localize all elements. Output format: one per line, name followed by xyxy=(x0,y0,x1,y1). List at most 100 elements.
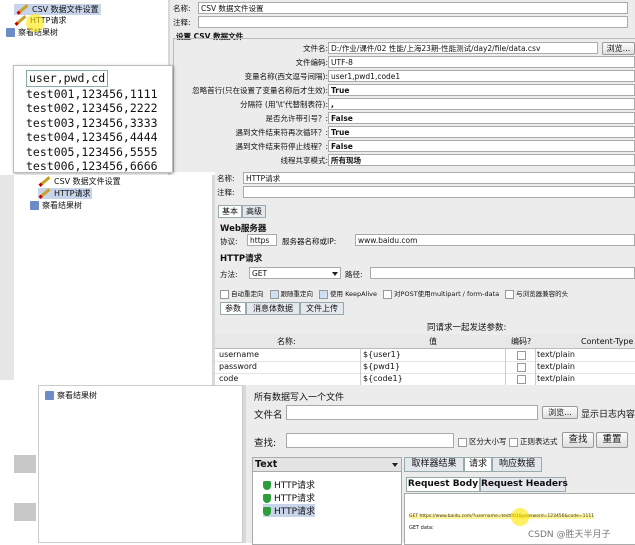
show-log-label: 显示日志内容 xyxy=(581,410,635,420)
method-select[interactable]: GET xyxy=(249,267,341,279)
bottom-gutter xyxy=(0,385,38,543)
option-checkbox[interactable]: 自动重定向 xyxy=(220,289,264,299)
name-field[interactable]: CSV 数据文件设置 xyxy=(198,2,628,14)
csv-row-field[interactable]: D:/作业/课件/02 性能/上海23期-性能测试/day2/file/data… xyxy=(328,42,598,54)
encode-checkbox[interactable] xyxy=(517,375,526,384)
param-value: ${user1} xyxy=(363,350,401,359)
csv-row-field[interactable]: 所有现场 xyxy=(328,154,635,166)
search-input[interactable] xyxy=(286,433,454,448)
reset-button[interactable]: 重置 xyxy=(596,432,628,448)
http-section-title: HTTP请求 xyxy=(220,254,263,264)
csv-row-field[interactable]: False xyxy=(328,112,635,124)
cursor-highlight xyxy=(511,508,529,526)
tab-request-body[interactable]: Request Body xyxy=(406,477,480,492)
request-line: GET https://www.baidu.com/?username=test… xyxy=(409,514,595,519)
results-tree-icon xyxy=(45,391,54,400)
tab-advanced[interactable]: 高级 xyxy=(242,205,266,218)
csv-row-field[interactable]: True xyxy=(328,126,635,138)
csv-file-popup: user,pwd,cd test001,123456,1111 test002,… xyxy=(13,65,173,173)
tab-response-data[interactable]: 响应数据 xyxy=(492,457,542,472)
param-content-type: text/plain xyxy=(537,374,575,383)
param-value: ${pwd1} xyxy=(363,362,401,371)
csv-row-field[interactable]: user1,pwd1,code1 xyxy=(328,70,635,82)
tab-file-upload[interactable]: 文件上传 xyxy=(300,302,344,315)
csv-row-field[interactable]: UTF-8 xyxy=(328,56,635,68)
checked-box-icon xyxy=(319,289,328,299)
param-value: ${code1} xyxy=(363,374,403,383)
chevron-down-icon xyxy=(332,272,338,276)
csv-row-label: 忽略首行(只在设置了变量名称后才生效): xyxy=(192,86,328,95)
mid-tree-item-csv[interactable]: CSV 数据文件设置 xyxy=(38,176,121,187)
browse-button[interactable]: 浏览... xyxy=(602,42,635,55)
tab-request-headers[interactable]: Request Headers xyxy=(480,477,568,492)
mid-tree-item-http[interactable]: HTTP请求 xyxy=(38,188,93,199)
csv-line: test001,123456,1111 xyxy=(26,86,158,101)
get-data-label: GET data: xyxy=(409,525,434,531)
tab-basic[interactable]: 基本 xyxy=(218,205,242,218)
sample-item[interactable]: HTTP请求 xyxy=(263,491,315,504)
sample-item[interactable]: HTTP请求 xyxy=(263,478,315,491)
column-divider xyxy=(360,373,361,385)
col-encode: 编码? xyxy=(511,337,532,346)
protocol-field[interactable]: https xyxy=(247,234,277,246)
csv-row-label: 遇到文件结束符停止线程？: xyxy=(235,142,328,151)
encode-checkbox[interactable] xyxy=(517,351,526,360)
csv-row-field[interactable]: , xyxy=(328,98,635,110)
watermark: CSDN @胜天半月子 xyxy=(528,530,611,540)
path-field[interactable] xyxy=(370,267,635,279)
option-checkbox[interactable]: 对POST使用multipart / form-data xyxy=(383,289,499,299)
checked-box-icon xyxy=(269,289,279,299)
unchecked-box-icon xyxy=(220,289,229,299)
option-checkbox[interactable]: 使用 KeepAlive xyxy=(319,289,377,299)
csv-line: test003,123456,3333 xyxy=(26,115,158,130)
pen-icon xyxy=(14,15,27,26)
comment-field[interactable] xyxy=(198,16,628,28)
browse-button[interactable]: 浏览... xyxy=(542,406,578,419)
server-label: 服务器名称或IP: xyxy=(282,237,337,246)
csv-row-field[interactable]: True xyxy=(328,84,635,96)
pen-icon xyxy=(38,188,51,199)
mid-tree-item-results[interactable]: 察看结果树 xyxy=(30,200,82,211)
wrench-icon xyxy=(38,176,51,187)
case-checkbox[interactable]: 区分大小写 xyxy=(458,436,507,447)
http-name-label: 名称: xyxy=(217,174,235,183)
results-panel: 所有数据写入一个文件 文件名 浏览... 显示日志内容 查找: 区分大小写 正则… xyxy=(243,385,635,545)
results-left-tree: 察看结果树 xyxy=(38,385,243,543)
success-shield-icon xyxy=(263,507,271,516)
chevron-down-icon xyxy=(392,463,398,467)
write-all-label: 所有数据写入一个文件 xyxy=(254,393,345,403)
server-field[interactable]: www.baidu.com xyxy=(355,234,635,246)
option-checkbox[interactable]: 与浏览器兼容的头 xyxy=(505,289,568,299)
tab-sampler-result[interactable]: 取样器结果 xyxy=(404,457,464,472)
wrench-icon xyxy=(16,4,29,15)
http-comment-field[interactable] xyxy=(243,186,635,198)
column-divider xyxy=(535,373,536,385)
send-together-label: 同请求一起发送参数: xyxy=(427,323,507,333)
sample-item[interactable]: HTTP请求 xyxy=(263,504,316,517)
tree-item-csv[interactable]: CSV 数据文件设置 xyxy=(14,4,101,15)
filename-field[interactable] xyxy=(286,405,538,420)
param-content-type: text/plain xyxy=(537,362,575,371)
results-tree-icon xyxy=(6,28,15,37)
tab-parameters[interactable]: 参数 xyxy=(220,302,246,315)
find-button[interactable]: 查找 xyxy=(562,432,594,448)
sample-list: Text HTTP请求 HTTP请求 HTTP请求 xyxy=(252,457,402,545)
csv-line: test002,123456,2222 xyxy=(26,101,158,115)
regex-checkbox[interactable]: 正则表达式 xyxy=(509,436,558,447)
column-divider xyxy=(360,361,361,373)
encode-checkbox[interactable] xyxy=(517,363,526,372)
csv-row-field[interactable]: False xyxy=(328,140,635,152)
csv-header-line: user,pwd,cd xyxy=(26,70,109,87)
tab-body-data[interactable]: 消息体数据 xyxy=(246,302,300,315)
column-divider xyxy=(360,349,361,361)
option-checkbox[interactable]: 跟随重定向 xyxy=(269,289,313,299)
sample-list-header[interactable]: Text xyxy=(253,458,401,472)
mid-tree-panel: CSV 数据文件设置 HTTP请求 察看结果树 xyxy=(0,175,212,380)
results-tree-item[interactable]: 察看结果树 xyxy=(45,390,97,401)
success-shield-icon xyxy=(263,481,271,490)
column-divider xyxy=(505,361,506,373)
tab-request[interactable]: 请求 xyxy=(464,457,492,472)
csv-row-label: 线程共享模式: xyxy=(280,156,328,165)
col-value: 值 xyxy=(429,337,437,346)
http-name-field[interactable]: HTTP请求 xyxy=(243,172,635,184)
